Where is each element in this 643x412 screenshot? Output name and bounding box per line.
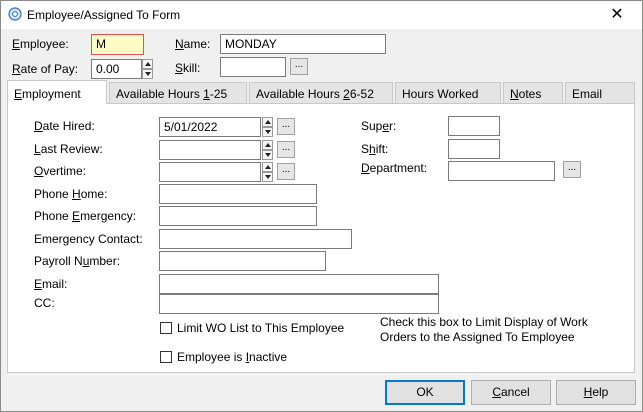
spin-down-icon[interactable]	[262, 127, 273, 137]
super-label: Super:	[361, 119, 397, 133]
limit-wo-label: Limit WO List to This Employee	[177, 321, 345, 335]
date-hired-picker-button[interactable]: ...	[277, 118, 295, 135]
emergency-contact-input[interactable]	[159, 229, 352, 249]
skill-label: Skill:	[175, 61, 201, 75]
last-review-picker-button[interactable]: ...	[277, 141, 295, 158]
overtime-spinner[interactable]	[262, 162, 273, 182]
tab-available-hours-26-52[interactable]: Available Hours 26-52	[249, 82, 393, 104]
name-input[interactable]: MONDAY	[220, 34, 386, 54]
department-label: Department:	[361, 161, 428, 175]
tab-notes[interactable]: Notes	[503, 82, 563, 104]
rate-of-pay-spinner[interactable]	[142, 59, 153, 79]
overtime-picker-button[interactable]: ...	[277, 163, 295, 180]
super-input[interactable]	[448, 116, 500, 136]
employee-label: Employee:	[12, 37, 69, 51]
phone-home-input[interactable]	[159, 184, 317, 204]
cc-input[interactable]	[159, 294, 439, 314]
window-title: Employee/Assigned To Form	[27, 8, 181, 22]
spin-down-icon[interactable]	[262, 150, 273, 160]
cc-label: CC:	[34, 296, 55, 310]
tab-label: Employment	[14, 87, 81, 101]
tab-label: Hours Worked	[402, 87, 479, 101]
tab-employment[interactable]: Employment	[7, 80, 107, 104]
title-bar: Employee/Assigned To Form ✕	[1, 1, 642, 29]
rate-of-pay-label: Rate of Pay:	[12, 62, 79, 76]
help-button[interactable]: Help	[556, 380, 636, 405]
last-review-label: Last Review:	[34, 142, 103, 156]
date-hired-spinner[interactable]	[262, 117, 273, 137]
emergency-contact-label: Emergency Contact:	[34, 232, 143, 246]
spin-down-icon[interactable]	[142, 69, 153, 79]
overtime-label: Overtime:	[34, 164, 87, 178]
department-input[interactable]	[448, 161, 555, 181]
tab-label: Notes	[510, 87, 542, 101]
skill-lookup-button[interactable]: ...	[290, 58, 308, 75]
phone-emergency-label: Phone Emergency:	[34, 209, 137, 223]
date-hired-label: Date Hired:	[34, 119, 95, 133]
email-input[interactable]	[159, 274, 439, 294]
phone-home-label: Phone Home:	[34, 187, 108, 201]
tab-label: Available Hours 26-52	[256, 87, 374, 101]
shift-input[interactable]	[448, 139, 500, 159]
employee-form-window: Employee/Assigned To Form ✕ Employee: M …	[0, 0, 643, 412]
spin-up-icon[interactable]	[262, 162, 273, 172]
tab-label: Email	[572, 87, 603, 101]
last-review-spinner[interactable]	[262, 140, 273, 160]
date-hired-input[interactable]: 5/01/2022	[159, 117, 261, 137]
spin-up-icon[interactable]	[262, 117, 273, 127]
name-label: Name:	[175, 37, 211, 51]
overtime-input[interactable]	[159, 162, 261, 182]
employee-inactive-label: Employee is Inactive	[177, 350, 288, 364]
tab-hours-worked[interactable]: Hours Worked	[395, 82, 501, 104]
employee-inactive-checkbox[interactable]	[160, 351, 172, 363]
limit-wo-checkbox[interactable]	[160, 322, 172, 334]
app-gear-icon	[8, 7, 22, 21]
close-icon[interactable]: ✕	[608, 6, 626, 24]
payroll-number-input[interactable]	[159, 251, 326, 271]
limit-wo-help-text: Check this box to Limit Display of Work …	[380, 315, 588, 344]
spin-up-icon[interactable]	[262, 140, 273, 150]
payroll-number-label: Payroll Number:	[34, 254, 121, 268]
tab-label: Available Hours 1-25	[116, 87, 228, 101]
shift-label: Shift:	[361, 142, 389, 156]
last-review-input[interactable]	[159, 140, 261, 160]
department-lookup-button[interactable]: ...	[563, 161, 581, 178]
cancel-button[interactable]: Cancel	[471, 380, 551, 405]
spin-up-icon[interactable]	[142, 59, 153, 69]
tab-available-hours-1-25[interactable]: Available Hours 1-25	[109, 82, 247, 104]
tab-email[interactable]: Email	[565, 82, 635, 104]
ok-button[interactable]: OK	[385, 380, 465, 405]
skill-input[interactable]	[220, 57, 286, 77]
email-label: Email:	[34, 277, 68, 291]
phone-emergency-input[interactable]	[159, 206, 317, 226]
employee-input[interactable]: M	[91, 34, 144, 55]
rate-of-pay-input[interactable]: 0.00	[91, 59, 142, 79]
spin-down-icon[interactable]	[262, 172, 273, 182]
tab-strip: Employment Available Hours 1-25 Availabl…	[7, 80, 635, 104]
